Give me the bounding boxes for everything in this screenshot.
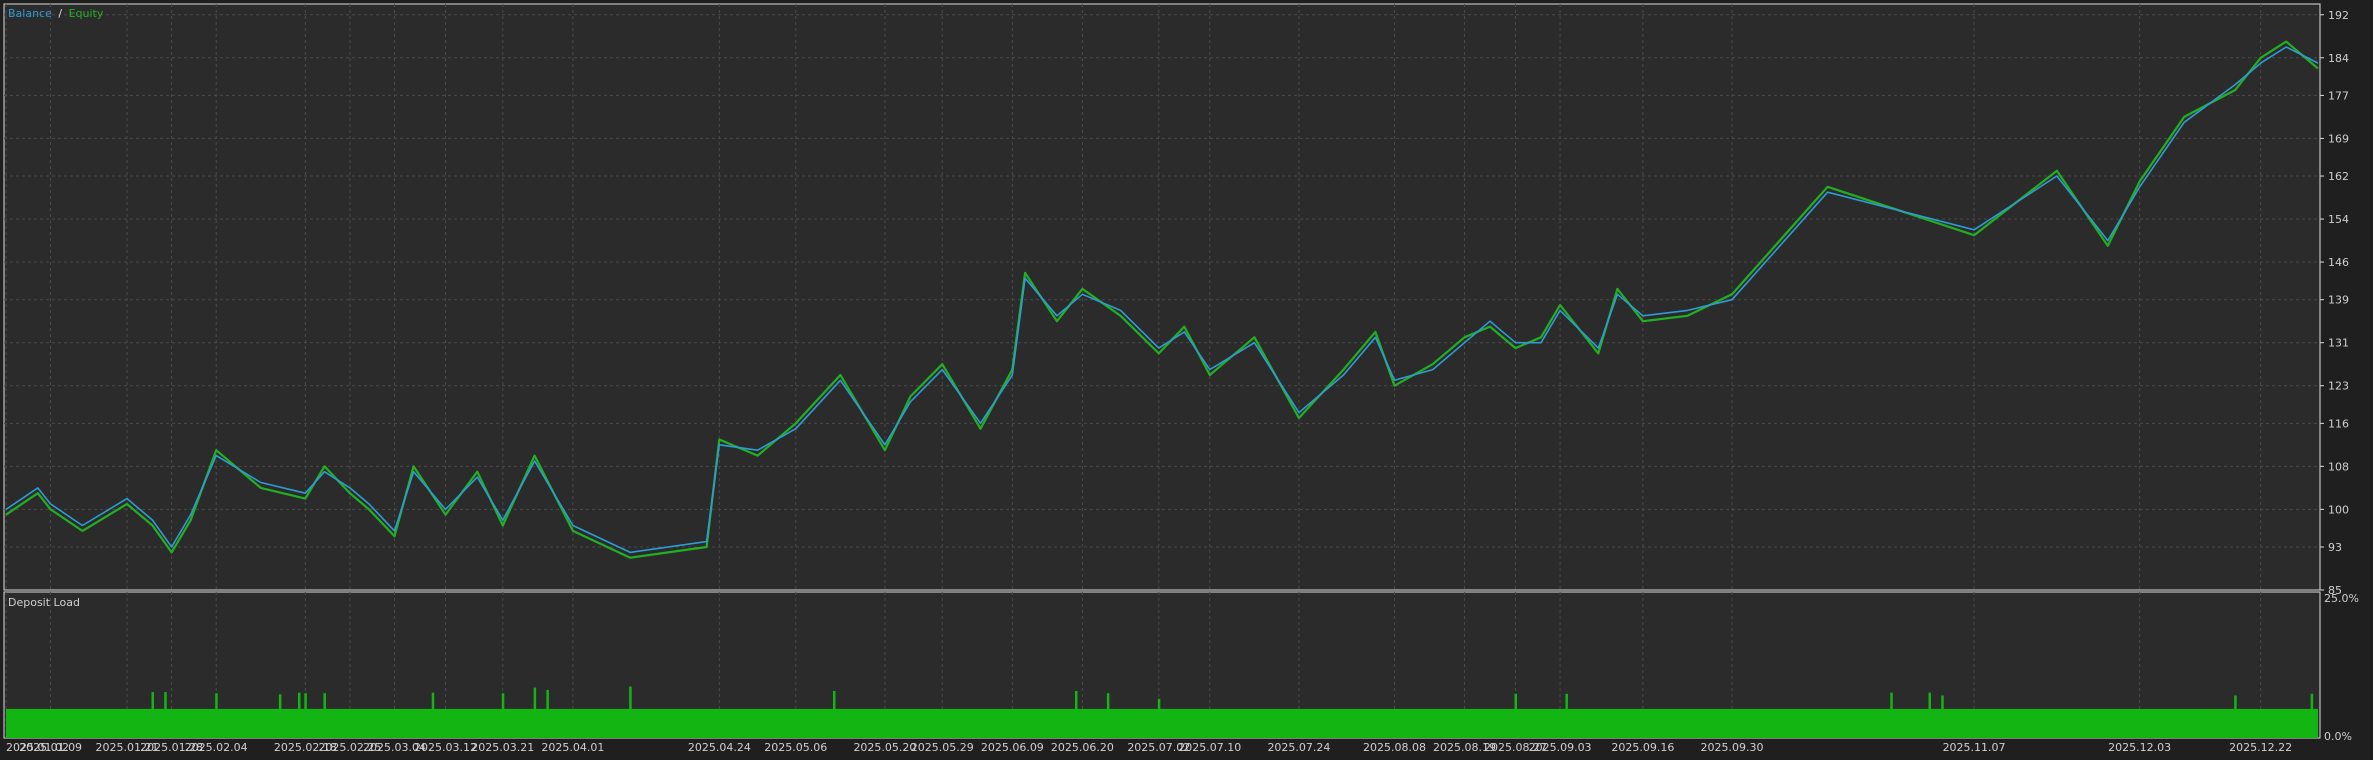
deposit-load-spike xyxy=(151,692,154,738)
y-tick-label: 93 xyxy=(2328,541,2342,554)
deposit-load-spike xyxy=(629,686,632,738)
x-tick-label: 2025.01.09 xyxy=(19,741,82,754)
x-tick-label: 2025.05.06 xyxy=(764,741,827,754)
deposit-load-spike xyxy=(1106,693,1110,738)
y-tick-label: 139 xyxy=(2328,294,2349,307)
deposit-load-spike xyxy=(164,692,167,738)
y-tick-label: 184 xyxy=(2328,52,2349,65)
x-tick-label: 2025.03.12 xyxy=(414,741,477,754)
deposit-load-spike xyxy=(1928,692,1931,738)
deposit-load-spike xyxy=(501,693,505,738)
x-tick-label: 2025.04.24 xyxy=(688,741,751,754)
deposit-y-tick-label: 0.0% xyxy=(2324,730,2352,743)
y-tick-label: 116 xyxy=(2328,417,2349,430)
equity-pane-background xyxy=(3,3,2321,591)
chart-window: 192 184 177 169 162 154 146 139 131 123 116 108 100 9… xyxy=(0,0,2373,756)
deposit-load-spike xyxy=(278,694,282,738)
y-tick-label: 146 xyxy=(2328,256,2349,269)
deposit-load-spike xyxy=(1075,690,1078,738)
deposit-load-spike xyxy=(215,693,218,738)
x-tick-label: 2025.11.07 xyxy=(1943,741,2006,754)
x-tick-label: 2025.12.03 xyxy=(2108,741,2171,754)
y-tick-label: 177 xyxy=(2328,89,2349,102)
deposit-load-spike xyxy=(431,692,435,738)
deposit-load-spike xyxy=(1941,695,1944,738)
deposit-load-spike xyxy=(546,689,549,738)
y-tick-label: 169 xyxy=(2328,132,2349,145)
deposit-load-spike xyxy=(2310,693,2314,738)
y-tick-label: 131 xyxy=(2328,337,2349,350)
x-tick-label: 2025.05.29 xyxy=(911,741,974,754)
deposit-load-spike xyxy=(832,690,836,738)
x-tick-label: 2025.03.21 xyxy=(471,741,534,754)
x-tick-label: 2025.05.20 xyxy=(853,741,916,754)
date-x-axis-labels: 2025.01.022025.01.09 2025.01.212025.01.28… xyxy=(6,741,2292,754)
x-tick-label: 2025.06.20 xyxy=(1051,741,1114,754)
deposit-load-spike xyxy=(323,693,326,738)
x-tick-label: 2025.09.03 xyxy=(1529,741,1592,754)
y-tick-label: 100 xyxy=(2328,503,2349,516)
deposit-load-spike xyxy=(1565,693,1568,738)
deposit-load-spike xyxy=(304,693,307,738)
y-tick-label: 154 xyxy=(2328,213,2349,226)
deposit-y-tick-label: 25.0% xyxy=(2324,592,2359,605)
legend-equity: Equity xyxy=(69,7,104,20)
x-tick-label: 2025.09.16 xyxy=(1611,741,1674,754)
deposit-load-spike xyxy=(1890,692,1893,738)
legend-balance: Balance xyxy=(8,7,52,20)
legend-separator: / xyxy=(58,7,62,20)
x-tick-label: 2025.04.01 xyxy=(541,741,604,754)
x-tick-label: 2025.07.10 xyxy=(1178,741,1241,754)
x-tick-label: 2025.08.08 xyxy=(1363,741,1426,754)
x-tick-label: 2025.12.22 xyxy=(2229,741,2292,754)
deposit-load-base xyxy=(6,708,2318,738)
y-tick-label: 123 xyxy=(2328,380,2349,393)
deposit-load-spike xyxy=(1514,693,1517,738)
x-tick-label: 2025.09.30 xyxy=(1701,741,1764,754)
y-tick-label: 162 xyxy=(2328,170,2349,183)
deposit-load-label: Deposit Load xyxy=(8,596,80,609)
x-tick-label: 2025.07.24 xyxy=(1267,741,1330,754)
y-tick-label: 108 xyxy=(2328,460,2349,473)
x-tick-label: 2025.02.04 xyxy=(185,741,248,754)
deposit-load-spike xyxy=(1157,698,1161,738)
y-tick-label: 192 xyxy=(2328,9,2349,22)
x-tick-label: 2025.06.09 xyxy=(981,741,1044,754)
deposit-load-spike xyxy=(533,687,537,738)
deposit-load-spike xyxy=(2234,695,2237,738)
deposit-load-spike xyxy=(297,692,301,738)
chart-svg: 192 184 177 169 162 154 146 139 131 123 116 108 100 9… xyxy=(0,0,2373,756)
